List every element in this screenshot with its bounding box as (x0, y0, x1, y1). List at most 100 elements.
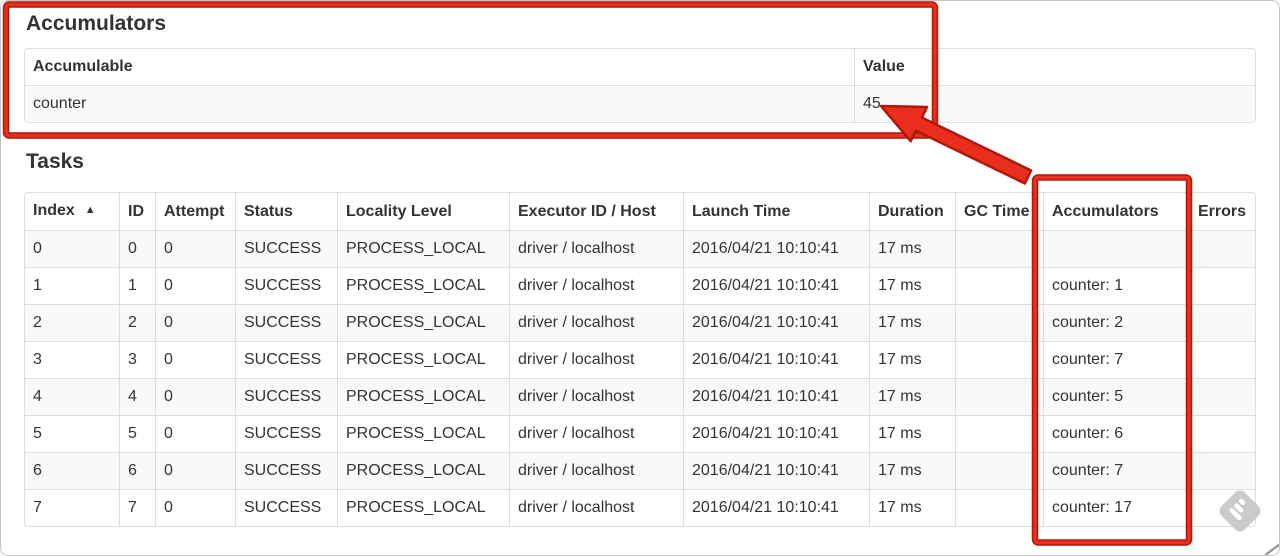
column-header-label: Locality Level (346, 202, 452, 220)
cell-duration: 17 ms (869, 489, 955, 526)
cell-locality-level: PROCESS_LOCAL (337, 230, 509, 267)
cell-accumulable: counter (25, 85, 854, 122)
column-header-label: Accumulable (33, 58, 133, 75)
cell-id: 5 (119, 415, 155, 452)
cell-status: SUCCESS (235, 230, 337, 267)
cell-index: 0 (25, 230, 119, 267)
accumulable-header-row: Accumulable Value (25, 49, 1255, 85)
cell-accumulators: counter: 2 (1043, 304, 1189, 341)
cell-duration: 17 ms (869, 452, 955, 489)
table-row: 2 2 0 SUCCESS PROCESS_LOCAL driver / localhos… (25, 304, 1255, 341)
cell-status: SUCCESS (235, 378, 337, 415)
column-header-accumulators[interactable]: Accumulators (1043, 193, 1189, 230)
cell-executor-id-host: driver / localhost (509, 304, 683, 341)
table-row: 5 5 0 SUCCESS PROCESS_LOCAL driver / localhos… (25, 415, 1255, 452)
column-header-duration[interactable]: Duration (869, 193, 955, 230)
cell-status: SUCCESS (235, 489, 337, 526)
cell-index: 3 (25, 341, 119, 378)
cell-errors (1189, 415, 1255, 452)
cell-errors (1189, 267, 1255, 304)
accumulable-table: Accumulable Value counter 45 (24, 48, 1256, 123)
column-header-label: Attempt (164, 202, 225, 220)
cell-launch-time: 2016/04/21 10:10:41 (683, 378, 869, 415)
cell-accumulators: counter: 1 (1043, 267, 1189, 304)
column-header-label: Value (863, 58, 905, 75)
column-header-gc-time[interactable]: GC Time (955, 193, 1043, 230)
screenshot-frame: Accumulators Accumulable Value counter 45 … (0, 0, 1280, 556)
cell-accumulators: counter: 6 (1043, 415, 1189, 452)
cell-executor-id-host: driver / localhost (509, 378, 683, 415)
table-row: 4 4 0 SUCCESS PROCESS_LOCAL driver / localhos… (25, 378, 1255, 415)
cell-attempt: 0 (155, 341, 235, 378)
cell-index: 7 (25, 489, 119, 526)
column-header-value[interactable]: Value (854, 49, 1255, 85)
cell-accumulators (1043, 230, 1189, 267)
cell-launch-time: 2016/04/21 10:10:41 (683, 230, 869, 267)
cell-executor-id-host: driver / localhost (509, 230, 683, 267)
cell-attempt: 0 (155, 304, 235, 341)
cell-status: SUCCESS (235, 415, 337, 452)
cell-id: 0 (119, 230, 155, 267)
cell-index: 4 (25, 378, 119, 415)
cell-launch-time: 2016/04/21 10:10:41 (683, 489, 869, 526)
tasks-table: Index ▲ ID Attempt Status Locality Level Execu… (24, 192, 1256, 527)
cell-errors (1189, 230, 1255, 267)
cell-gc-time (955, 230, 1043, 267)
cell-attempt: 0 (155, 452, 235, 489)
column-header-label: GC Time (964, 202, 1030, 220)
column-header-locality-level[interactable]: Locality Level (337, 193, 509, 230)
cell-gc-time (955, 304, 1043, 341)
cell-executor-id-host: driver / localhost (509, 415, 683, 452)
cell-locality-level: PROCESS_LOCAL (337, 304, 509, 341)
cell-attempt: 0 (155, 415, 235, 452)
cell-gc-time (955, 489, 1043, 526)
column-header-label: Executor ID / Host (518, 202, 656, 220)
corner-artifact (1264, 543, 1279, 555)
cell-launch-time: 2016/04/21 10:10:41 (683, 415, 869, 452)
tasks-header-row: Index ▲ ID Attempt Status Locality Level Execu… (25, 193, 1255, 230)
table-row: 7 7 0 SUCCESS PROCESS_LOCAL driver / localhos… (25, 489, 1255, 526)
column-header-executor-id-host[interactable]: Executor ID / Host (509, 193, 683, 230)
cell-status: SUCCESS (235, 267, 337, 304)
cell-duration: 17 ms (869, 415, 955, 452)
cell-attempt: 0 (155, 489, 235, 526)
cell-status: SUCCESS (235, 304, 337, 341)
cell-duration: 17 ms (869, 230, 955, 267)
cell-gc-time (955, 341, 1043, 378)
column-header-label: Duration (878, 202, 944, 220)
table-row: 6 6 0 SUCCESS PROCESS_LOCAL driver / localhos… (25, 452, 1255, 489)
table-row: counter 45 (25, 85, 1255, 122)
cell-launch-time: 2016/04/21 10:10:41 (683, 341, 869, 378)
cell-id: 3 (119, 341, 155, 378)
cell-index: 5 (25, 415, 119, 452)
column-header-index[interactable]: Index ▲ (25, 193, 119, 230)
column-header-launch-time[interactable]: Launch Time (683, 193, 869, 230)
cell-locality-level: PROCESS_LOCAL (337, 452, 509, 489)
cell-id: 1 (119, 267, 155, 304)
accumulators-heading: Accumulators (26, 12, 167, 35)
cell-gc-time (955, 415, 1043, 452)
cell-status: SUCCESS (235, 452, 337, 489)
sort-ascending-icon: ▲ (84, 204, 96, 216)
column-header-errors[interactable]: Errors (1189, 193, 1255, 230)
cell-duration: 17 ms (869, 304, 955, 341)
cell-attempt: 0 (155, 378, 235, 415)
cell-duration: 17 ms (869, 378, 955, 415)
cell-gc-time (955, 452, 1043, 489)
cell-locality-level: PROCESS_LOCAL (337, 489, 509, 526)
cell-id: 6 (119, 452, 155, 489)
cell-duration: 17 ms (869, 341, 955, 378)
column-header-id[interactable]: ID (119, 193, 155, 230)
column-header-label: Launch Time (692, 202, 791, 220)
cell-accumulators: counter: 7 (1043, 452, 1189, 489)
column-header-attempt[interactable]: Attempt (155, 193, 235, 230)
column-header-accumulable[interactable]: Accumulable (25, 49, 854, 85)
table-row: 0 0 0 SUCCESS PROCESS_LOCAL driver / localhos… (25, 230, 1255, 267)
cell-errors (1189, 378, 1255, 415)
column-header-status[interactable]: Status (235, 193, 337, 230)
cell-index: 6 (25, 452, 119, 489)
cell-accumulators: counter: 7 (1043, 341, 1189, 378)
cell-id: 4 (119, 378, 155, 415)
tasks-table-body: 0 0 0 SUCCESS PROCESS_LOCAL driver / localhos… (25, 230, 1255, 526)
cell-status: SUCCESS (235, 341, 337, 378)
